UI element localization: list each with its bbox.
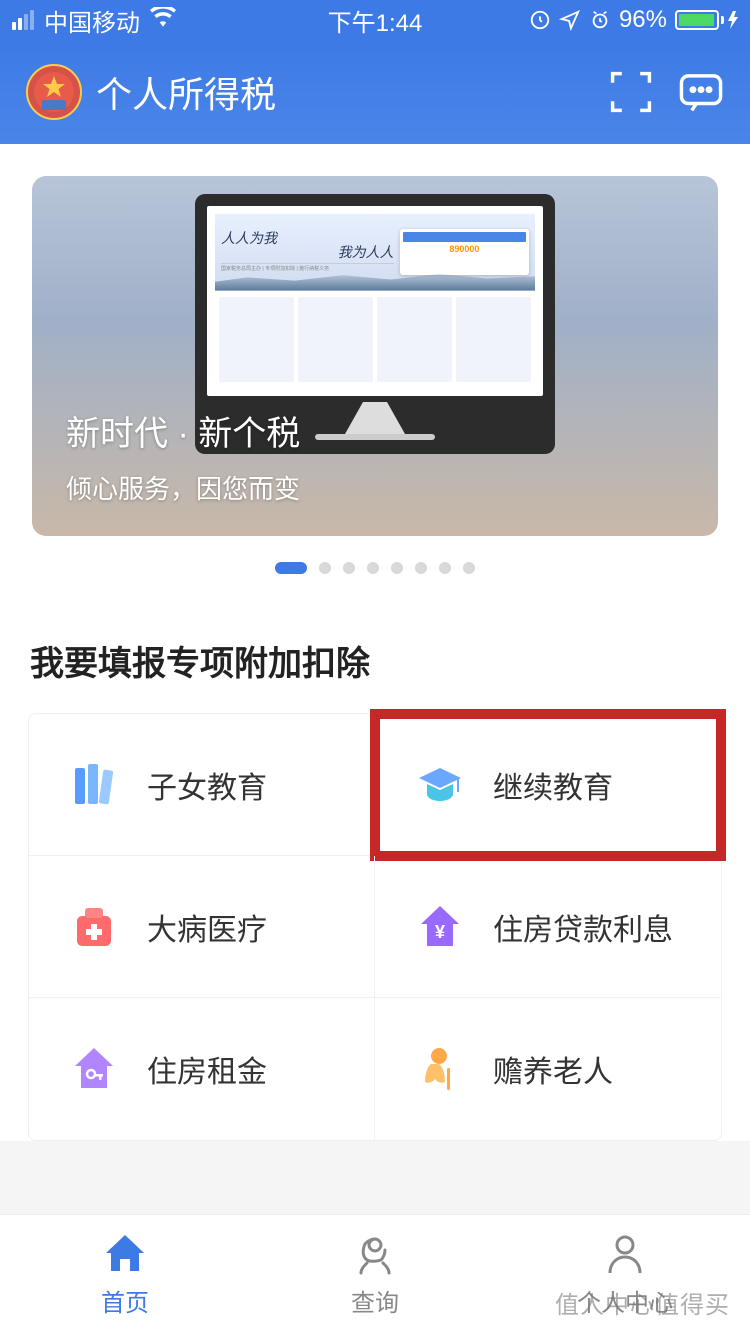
wifi-icon <box>150 6 176 34</box>
carrier-label: 中国移动 <box>44 3 140 38</box>
grid-item-children-edu[interactable]: 子女教育 <box>29 714 375 856</box>
promo-banner[interactable]: 人人为我 我为人人 国家税务总局主办 | 专项附加扣除 | 施行纳税义务 890… <box>32 176 718 536</box>
tab-label: 首页 <box>101 1283 149 1318</box>
banner-stat: 890000 <box>403 244 526 254</box>
app-header: 个人所得税 <box>0 40 750 144</box>
app-title: 个人所得税 <box>96 66 584 118</box>
grid-label: 住房租金 <box>147 1047 267 1091</box>
banner-subtitle: 倾心服务，因您而变 <box>66 469 300 506</box>
tab-home[interactable]: 首页 <box>0 1215 250 1334</box>
grid-item-rent[interactable]: 住房租金 <box>29 998 375 1140</box>
grid-label: 住房贷款利息 <box>493 905 673 949</box>
grid-item-loan[interactable]: ¥ 住房贷款利息 <box>375 856 721 998</box>
alarm-icon <box>589 9 611 31</box>
clock-label: 下午1:44 <box>328 3 423 38</box>
grid-label: 赡养老人 <box>493 1047 613 1091</box>
status-bar: 中国移动 下午1:44 96% <box>0 0 750 40</box>
grid-label: 大病医疗 <box>147 905 267 949</box>
watermark: 值人中心值得买 <box>555 1285 730 1320</box>
battery-pct-label: 96% <box>619 6 667 34</box>
svg-text:¥: ¥ <box>435 922 445 942</box>
banner-title: 新时代 · 新个税 <box>66 406 300 455</box>
app-logo-icon <box>26 64 82 120</box>
tab-query[interactable]: 查询 <box>250 1215 500 1334</box>
loan-icon: ¥ <box>415 902 465 952</box>
medical-icon <box>69 902 119 952</box>
banner-script-2: 我为人人 <box>221 247 394 261</box>
graduation-icon <box>415 760 465 810</box>
location-icon <box>559 9 581 31</box>
banner-script-1: 人人为我 <box>221 233 394 247</box>
scan-button[interactable] <box>608 69 654 115</box>
banner-sub: 国家税务总局主办 | 专项附加扣除 | 施行纳税义务 <box>221 263 394 272</box>
message-button[interactable] <box>678 69 724 115</box>
query-icon <box>352 1231 398 1277</box>
home-icon <box>102 1231 148 1277</box>
tab-label: 查询 <box>351 1283 399 1318</box>
battery-icon <box>675 10 738 30</box>
grid-label: 继续教育 <box>493 763 613 807</box>
signal-icon <box>12 10 34 30</box>
profile-icon <box>602 1231 648 1277</box>
carousel-dots[interactable] <box>0 536 750 604</box>
rent-icon <box>69 1044 119 1094</box>
elder-icon <box>415 1044 465 1094</box>
section-title: 我要填报专项附加扣除 <box>0 604 750 713</box>
grid-label: 子女教育 <box>147 763 267 807</box>
books-icon <box>69 760 119 810</box>
deduction-grid: 子女教育 继续教育 大病医疗 ¥ 住房贷款利息 住房租金 <box>28 713 722 1141</box>
grid-item-elder[interactable]: 赡养老人 <box>375 998 721 1140</box>
lock-icon <box>529 9 551 31</box>
grid-item-medical[interactable]: 大病医疗 <box>29 856 375 998</box>
grid-item-continue-edu[interactable]: 继续教育 <box>375 714 721 856</box>
